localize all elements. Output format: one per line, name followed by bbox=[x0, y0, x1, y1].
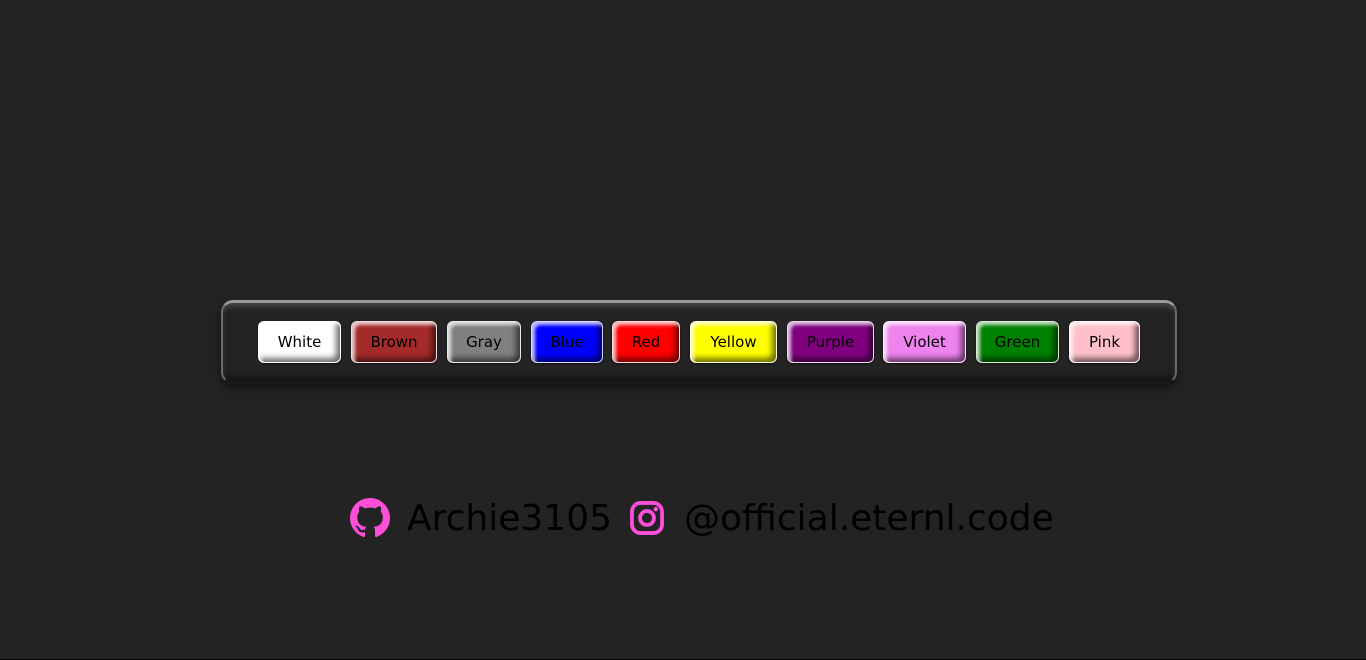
gray-button[interactable]: Gray bbox=[447, 321, 521, 363]
brown-button[interactable]: Brown bbox=[351, 321, 437, 363]
green-button[interactable]: Green bbox=[976, 321, 1059, 363]
footer-credits: Archie3105 @official.eternl.code bbox=[349, 494, 1068, 542]
purple-button[interactable]: Purple bbox=[787, 321, 874, 363]
white-button[interactable]: White bbox=[258, 321, 341, 363]
pink-button[interactable]: Pink bbox=[1069, 321, 1140, 363]
github-handle[interactable]: Archie3105 bbox=[407, 498, 612, 539]
blue-button[interactable]: Blue bbox=[531, 321, 603, 363]
yellow-button[interactable]: Yellow bbox=[690, 321, 777, 363]
github-icon[interactable] bbox=[349, 497, 391, 539]
red-button[interactable]: Red bbox=[612, 321, 680, 363]
violet-button[interactable]: Violet bbox=[883, 321, 966, 363]
page-background: White Brown Gray Blue Red Yellow Purple … bbox=[0, 0, 1366, 660]
instagram-handle[interactable]: @official.eternl.code bbox=[684, 498, 1054, 539]
instagram-icon[interactable] bbox=[626, 497, 668, 539]
